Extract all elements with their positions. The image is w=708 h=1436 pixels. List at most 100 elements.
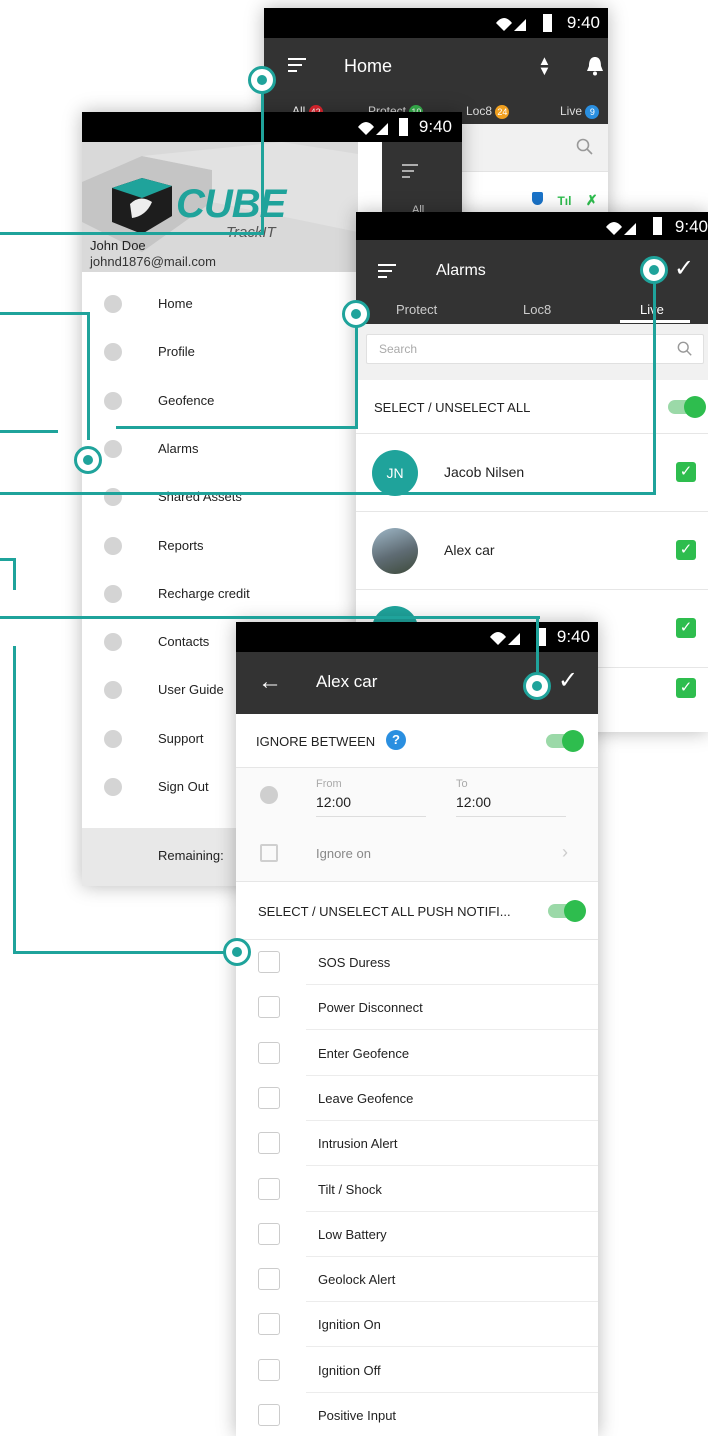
connector-dot-alex (523, 672, 551, 700)
tab-loc8[interactable]: Loc8 24 (466, 104, 510, 119)
notification-label: Power Disconnect (318, 1000, 423, 1016)
notification-row[interactable]: Power Disconnect (236, 985, 598, 1031)
select-all-toggle[interactable] (668, 396, 706, 418)
notification-row[interactable]: Positive Input (236, 1393, 598, 1436)
drawer-item-home[interactable]: Home (82, 280, 358, 328)
notification-row[interactable]: Ignition Off (236, 1348, 598, 1393)
notification-row[interactable]: SOS Duress (236, 940, 598, 985)
notification-label: Positive Input (318, 1408, 397, 1423)
signal-icon (606, 222, 636, 235)
avatar: JN (372, 450, 418, 496)
asset-row[interactable]: Alex car ✓ (356, 512, 708, 590)
battery-icon (543, 14, 552, 32)
notification-checkbox[interactable] (258, 1404, 280, 1426)
tab-live-count: 9 (585, 104, 600, 119)
drawer-header: CUBE TrackIT John Doe johnd1876@mail.com (82, 142, 358, 272)
clock-icon (260, 786, 278, 804)
tab-live[interactable]: Live 9 (560, 104, 600, 119)
asset-checkbox[interactable]: ✓ (676, 678, 696, 698)
notification-row[interactable]: Intrusion Alert (236, 1121, 598, 1167)
back-arrow-icon[interactable]: ← (258, 668, 282, 696)
notification-row[interactable]: Leave Geofence (236, 1076, 598, 1121)
notification-row[interactable]: Geolock Alert (236, 1257, 598, 1303)
notification-checkbox[interactable] (258, 1222, 280, 1245)
ignore-on-row[interactable]: Ignore on › (236, 826, 598, 882)
drawer-item-shared-assets[interactable]: Shared Assets (82, 473, 358, 521)
notification-row[interactable]: Enter Geofence (236, 1031, 598, 1076)
asset-checkbox[interactable]: ✓ (676, 462, 696, 482)
asset-checkbox[interactable]: ✓ (676, 540, 696, 560)
connector-check-a (0, 492, 656, 495)
notification-label: Geolock Alert (318, 1272, 396, 1288)
bell-icon[interactable] (586, 56, 604, 76)
notification-checkbox[interactable] (258, 1313, 280, 1336)
search-icon[interactable] (576, 138, 594, 156)
asset-checkbox[interactable]: ✓ (676, 618, 696, 638)
drawer-item-label: User Guide (158, 682, 224, 698)
drawer-item-alarms[interactable]: Alarms (82, 425, 358, 473)
tab-live[interactable]: Live (640, 302, 664, 317)
credit-card-icon (104, 584, 122, 603)
select-all-label: SELECT / UNSELECT ALL (374, 400, 531, 415)
search-icon[interactable] (677, 341, 693, 357)
connector-alex-d (536, 616, 539, 672)
confirm-check-icon[interactable]: ✓ (674, 254, 694, 283)
notification-checkbox[interactable] (258, 951, 280, 973)
from-underline (316, 816, 426, 817)
notification-label: Low Battery (318, 1226, 387, 1242)
to-value[interactable]: 12:00 (456, 794, 491, 810)
ignore-between-label: IGNORE BETWEEN (256, 734, 376, 749)
save-check-icon[interactable]: ✓ (558, 666, 578, 695)
menu-icon[interactable] (378, 264, 396, 282)
notification-checkbox[interactable] (258, 1132, 280, 1155)
notification-checkbox[interactable] (258, 1268, 280, 1291)
notification-label: SOS Duress (318, 955, 391, 970)
drawer-item-reports[interactable]: Reports (82, 522, 358, 570)
tab-loc8-count: 24 (495, 104, 510, 119)
ignore-between-row[interactable]: IGNORE BETWEEN ? (236, 714, 598, 768)
share-icon (104, 488, 122, 507)
select-all-push-row[interactable]: SELECT / UNSELECT ALL PUSH NOTIFI... (236, 882, 598, 940)
info-icon (104, 729, 122, 748)
connector-alex-b (13, 558, 16, 590)
drawer-item-geofence[interactable]: Geofence (82, 377, 358, 425)
notification-checkbox[interactable] (258, 1177, 280, 1200)
notification-row[interactable]: Ignition On (236, 1302, 598, 1348)
page-title: Home (344, 56, 393, 76)
to-label: To (456, 778, 468, 790)
menu-icon[interactable] (288, 58, 306, 76)
contacts-icon (104, 633, 122, 652)
drawer-item-profile[interactable]: Profile (82, 328, 358, 376)
search-placeholder: Search (379, 342, 418, 356)
notification-row[interactable]: Low Battery (236, 1212, 598, 1257)
notification-row[interactable]: Tilt / Shock (236, 1167, 598, 1212)
help-icon[interactable]: ? (386, 730, 406, 750)
user-name: John Doe (90, 238, 146, 253)
notification-checkbox[interactable] (258, 1041, 280, 1064)
gear-icon (104, 343, 122, 362)
notification-checkbox[interactable] (258, 996, 280, 1019)
drawer-item-label: Support (158, 730, 204, 746)
signal-icon (496, 18, 526, 31)
connector-alex-c (0, 616, 540, 619)
drawer-item-label: Sign Out (158, 779, 209, 794)
drawer-item-label: Reports (158, 537, 204, 553)
home-icon (104, 295, 122, 313)
drawer-item-label: Home (158, 296, 193, 311)
ignore-between-toggle[interactable] (546, 730, 584, 752)
alarm-icon (104, 439, 122, 458)
page-title: Alex car (316, 672, 378, 691)
tab-loc8[interactable]: Loc8 (523, 302, 551, 317)
connector-geo-c (355, 326, 358, 429)
from-value[interactable]: 12:00 (316, 794, 351, 810)
notification-label: Enter Geofence (318, 1045, 410, 1061)
drawer-item-label: Alarms (158, 440, 199, 456)
drawer-item-label: Recharge credit (158, 585, 250, 601)
connector-dot-check (640, 256, 668, 284)
notification-checkbox[interactable] (258, 1358, 280, 1381)
notification-checkbox[interactable] (258, 1086, 280, 1109)
select-all-push-toggle[interactable] (548, 900, 586, 922)
sort-icon[interactable]: ▲ ▼ (538, 54, 551, 78)
tab-protect[interactable]: Protect (396, 302, 437, 317)
drawer-item-recharge-credit[interactable]: Recharge credit (82, 570, 358, 618)
